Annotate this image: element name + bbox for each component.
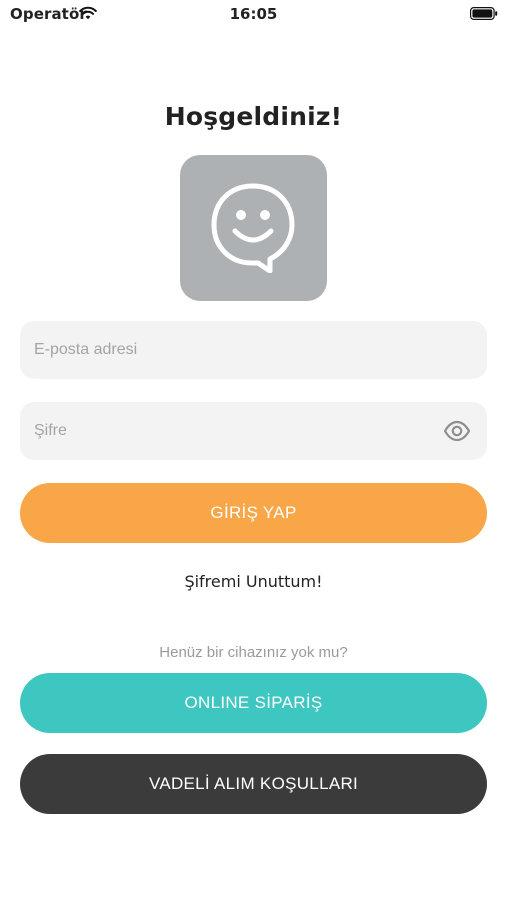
email-input[interactable] [20,321,487,379]
page-title: Hoşgeldiniz! [164,102,343,131]
forgot-password-link[interactable]: Şifremi Unuttum! [0,572,507,591]
status-bar: Operatör 16:05 [0,0,507,30]
email-field[interactable] [20,321,487,379]
password-input[interactable] [20,402,487,460]
login-button[interactable]: GİRİŞ YAP [20,483,487,543]
password-field[interactable] [20,402,487,460]
terms-button[interactable]: VADELİ ALIM KOŞULLARI [20,754,487,814]
app-logo [180,155,327,301]
no-device-text: Henüz bir cihazınız yok mu? [159,644,348,661]
online-order-button[interactable]: ONLINE SİPARİŞ [20,673,487,733]
status-clock: 16:05 [229,5,278,23]
smiley-chat-icon [211,183,295,273]
eye-icon[interactable] [443,419,471,443]
battery-icon [470,7,498,20]
